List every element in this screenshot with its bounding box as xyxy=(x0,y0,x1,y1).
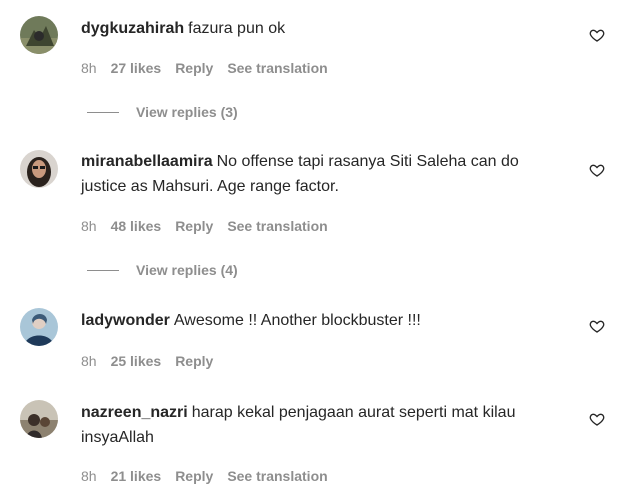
avatar-image xyxy=(20,16,58,54)
comment-meta: 8h 27 likes Reply See translation xyxy=(81,60,342,76)
comment-username[interactable]: nazreen_nazri xyxy=(81,404,188,421)
avatar[interactable] xyxy=(20,150,58,188)
comment-time: 8h xyxy=(81,218,97,234)
see-translation-button[interactable]: See translation xyxy=(227,218,327,234)
comment-text-block: dygkuzahirah fazura pun ok xyxy=(81,16,561,41)
comment-username[interactable]: miranabellaamira xyxy=(81,153,213,170)
avatar-image xyxy=(20,150,58,188)
view-replies-label: View replies (3) xyxy=(136,104,238,120)
comment-username[interactable]: dygkuzahirah xyxy=(81,20,184,37)
comment-text-block: ladywonder Awesome !! Another blockbuster… xyxy=(81,308,561,333)
avatar[interactable] xyxy=(20,16,58,54)
comment-meta: 8h 48 likes Reply See translation xyxy=(81,218,342,234)
comment-time: 8h xyxy=(81,60,97,76)
view-replies-label: View replies (4) xyxy=(136,262,238,278)
reply-button[interactable]: Reply xyxy=(175,468,213,484)
view-replies-button[interactable]: View replies (3) xyxy=(87,104,238,120)
avatar[interactable] xyxy=(20,308,58,346)
heart-icon xyxy=(589,320,605,333)
avatar-image xyxy=(20,308,58,346)
comment-body: fazura pun ok xyxy=(188,20,286,37)
comment-likes[interactable]: 48 likes xyxy=(111,218,162,234)
like-button[interactable] xyxy=(589,27,605,43)
like-button[interactable] xyxy=(589,411,605,427)
comment-time: 8h xyxy=(81,353,97,369)
comment-likes[interactable]: 27 likes xyxy=(111,60,162,76)
reply-button[interactable]: Reply xyxy=(175,218,213,234)
divider-line xyxy=(87,269,119,271)
see-translation-button[interactable]: See translation xyxy=(227,60,327,76)
heart-icon xyxy=(589,164,605,177)
view-replies-button[interactable]: View replies (4) xyxy=(87,262,238,278)
comment-text-block: miranabellaamira No offense tapi rasanya … xyxy=(81,149,561,199)
comment-meta: 8h 21 likes Reply See translation xyxy=(81,468,342,484)
divider-line xyxy=(87,111,119,113)
comment-text-block: nazreen_nazri harap kekal penjagaan aurat… xyxy=(81,400,561,450)
comment-username[interactable]: ladywonder xyxy=(81,312,170,329)
comment-likes[interactable]: 21 likes xyxy=(111,468,162,484)
avatar[interactable] xyxy=(20,400,58,438)
comment-time: 8h xyxy=(81,468,97,484)
comment-likes[interactable]: 25 likes xyxy=(111,353,162,369)
comment-meta: 8h 25 likes Reply xyxy=(81,353,227,369)
heart-icon xyxy=(589,29,605,42)
heart-icon xyxy=(589,413,605,426)
see-translation-button[interactable]: See translation xyxy=(227,468,327,484)
reply-button[interactable]: Reply xyxy=(175,60,213,76)
avatar-image xyxy=(20,400,58,438)
reply-button[interactable]: Reply xyxy=(175,353,213,369)
comment-body: Awesome !! Another blockbuster !!! xyxy=(173,312,421,329)
like-button[interactable] xyxy=(589,318,605,334)
like-button[interactable] xyxy=(589,162,605,178)
